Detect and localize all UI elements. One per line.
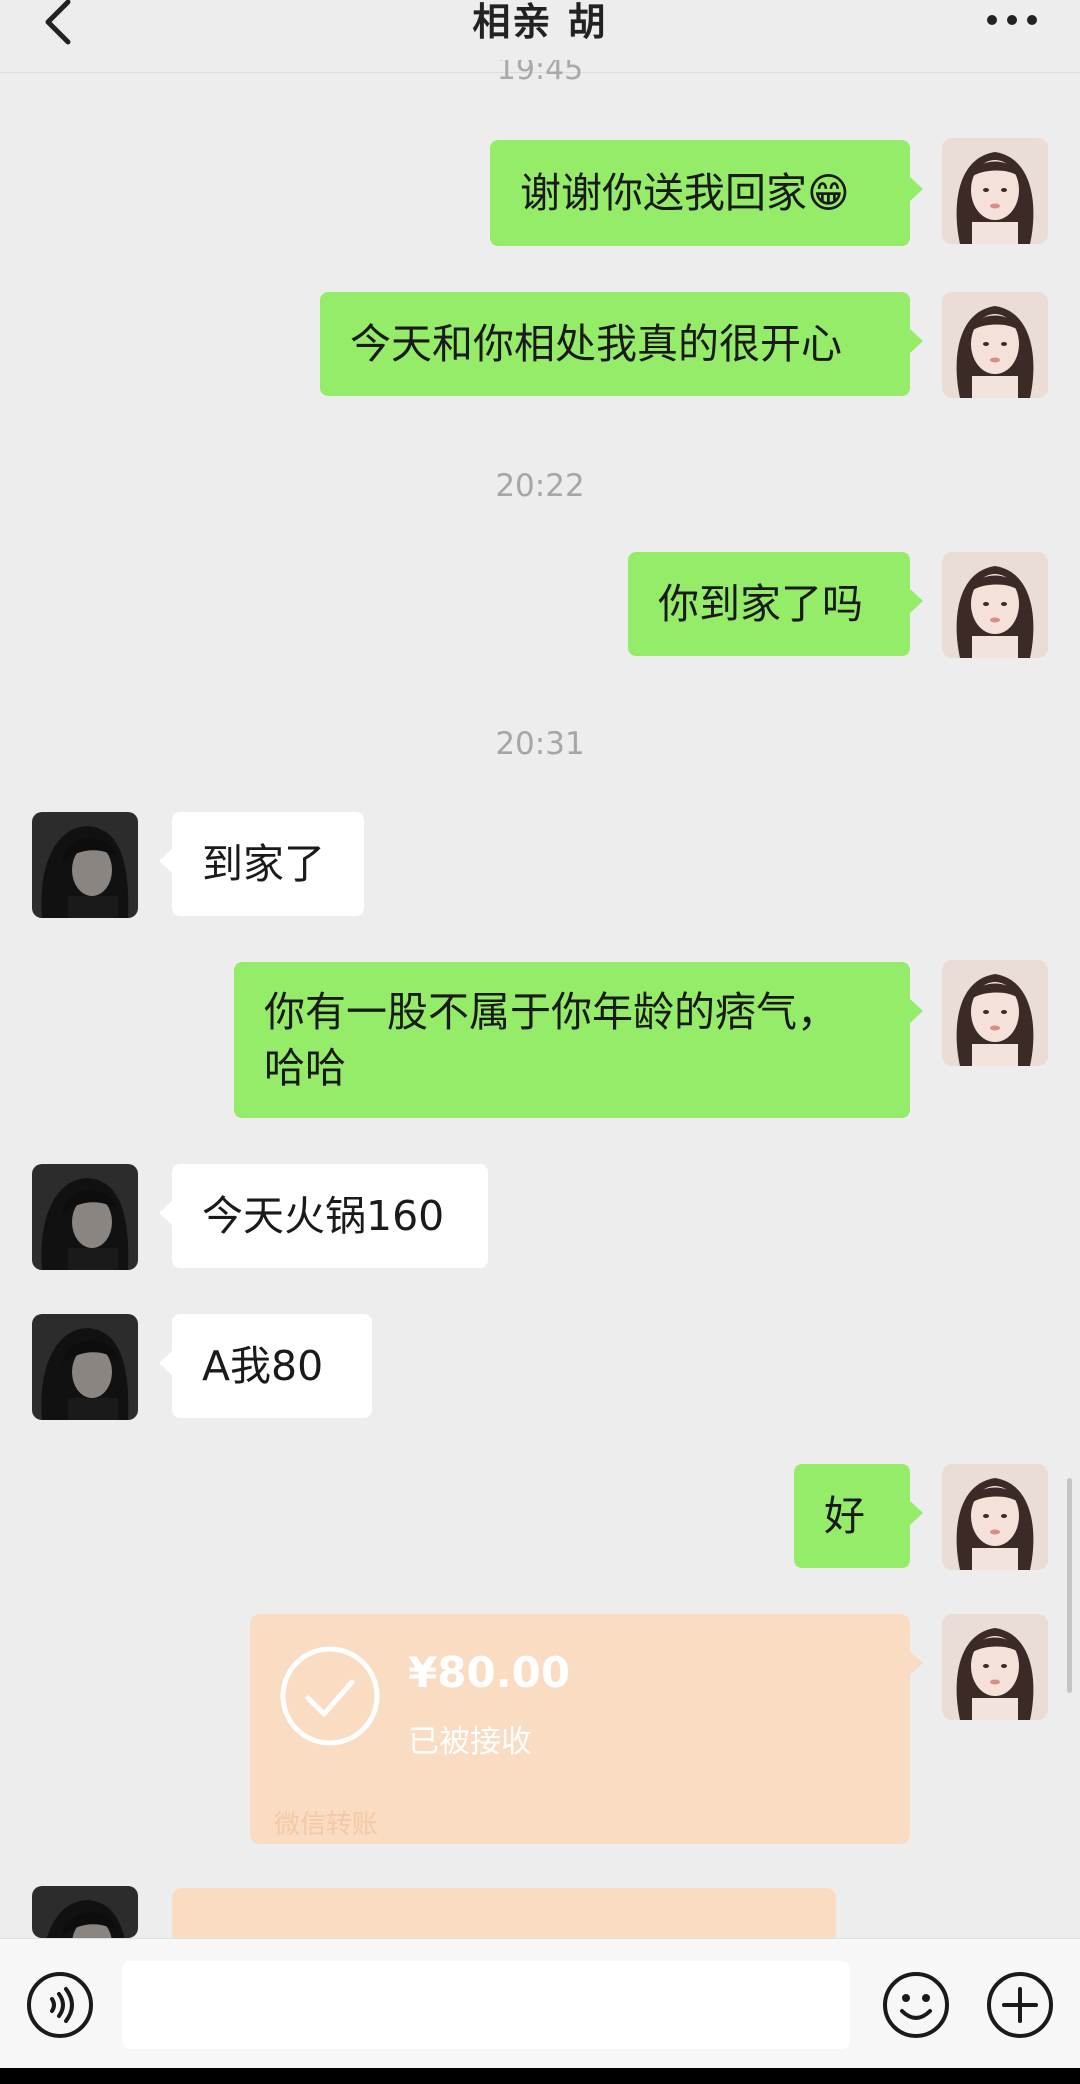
message-bubble-sent[interactable]: 谢谢你送我回家😁 (490, 140, 923, 246)
avatar-contact[interactable] (32, 1886, 138, 1938)
plus-icon[interactable] (984, 1969, 1056, 2041)
timestamp: 20:22 (495, 468, 585, 504)
message-bubble-sent[interactable]: 你有一股不属于你年龄的痞气， 哈哈 (234, 962, 923, 1118)
avatar-self[interactable] (942, 138, 1048, 244)
message-input[interactable] (122, 1961, 850, 2049)
avatar-self[interactable] (942, 960, 1048, 1066)
check-circle-icon (280, 1646, 380, 1746)
avatar-contact[interactable] (32, 812, 138, 918)
avatar-self[interactable] (942, 1464, 1048, 1570)
transfer-card[interactable]: ¥80.00 已被接收 微信转账 (250, 1614, 923, 1844)
message-text: 谢谢你送我回家😁 (520, 169, 850, 217)
avatar-self[interactable] (942, 552, 1048, 658)
timestamp: 20:31 (495, 726, 585, 762)
message-text: 你到家了吗 (658, 580, 863, 628)
message-bubble-received[interactable]: 今天火锅160 (159, 1164, 488, 1268)
message-bubble-received[interactable]: A我80 (159, 1314, 372, 1418)
bottom-edge (0, 2068, 1080, 2084)
emoji-icon[interactable] (880, 1969, 952, 2041)
message-text-line-1: 你有一股不属于你年龄的痞气， (264, 988, 838, 1036)
voice-icon[interactable] (24, 1969, 96, 2041)
message-bubble-received[interactable]: 到家了 (159, 812, 364, 916)
avatar-contact[interactable] (32, 1314, 138, 1420)
message-bubble-sent[interactable]: 好 (794, 1464, 923, 1568)
message-text: 好 (824, 1492, 865, 1540)
message-text-line-2: 哈哈 (264, 1044, 346, 1092)
avatar-self[interactable] (942, 292, 1048, 398)
message-bubble-sent[interactable]: 今天和你相处我真的很开心 (320, 292, 923, 396)
chat-title: 相亲 胡 (472, 0, 608, 44)
timestamp-partial: 19:45 (496, 60, 584, 87)
transfer-amount: ¥80.00 (408, 1648, 571, 1697)
avatar-self[interactable] (942, 1614, 1048, 1720)
transfer-card-partial[interactable] (172, 1888, 836, 1938)
message-text: 今天和你相处我真的很开心 (350, 320, 842, 368)
avatar-contact[interactable] (32, 1164, 138, 1270)
chat-input-bar (0, 1938, 1080, 2069)
scrollbar[interactable] (1067, 1478, 1072, 1693)
more-dots-icon[interactable] (984, 10, 1040, 34)
message-text: 今天火锅160 (202, 1192, 445, 1240)
message-text: A我80 (202, 1342, 324, 1390)
transfer-status: 已被接收 (408, 1724, 532, 1760)
message-text: 到家了 (202, 840, 325, 888)
message-bubble-sent[interactable]: 你到家了吗 (628, 552, 923, 656)
transfer-footer: 微信转账 (274, 1810, 379, 1840)
